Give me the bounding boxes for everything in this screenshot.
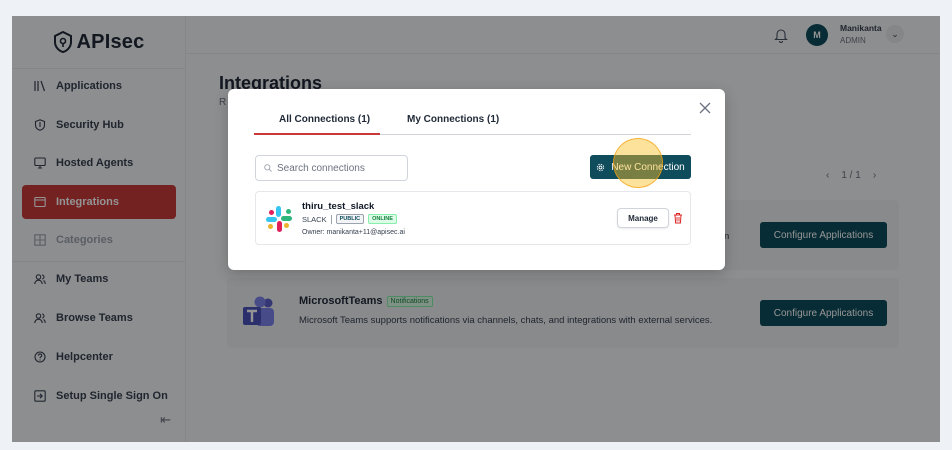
connection-row: thiru_test_slack SLACK PUBLIC ONLINE Own… [255, 191, 691, 245]
new-connection-button[interactable]: New Connection [590, 155, 691, 179]
meta-divider [330, 214, 332, 224]
trash-icon[interactable] [673, 212, 683, 224]
active-tab-indicator [254, 133, 380, 135]
manage-button[interactable]: Manage [617, 208, 669, 228]
connections-modal: All Connections (1) My Connections (1) N… [228, 89, 725, 270]
gear-icon [597, 163, 605, 171]
close-icon[interactable] [698, 101, 712, 115]
visibility-badge: PUBLIC [335, 214, 365, 224]
search-input[interactable] [277, 162, 397, 174]
connection-tabs: All Connections (1) My Connections (1) [254, 111, 691, 135]
connection-name: thiru_test_slack [302, 201, 375, 212]
search-box [255, 155, 408, 181]
connection-owner: Owner: manikanta+11@apisec.ai [302, 229, 405, 236]
connection-type: SLACK [302, 214, 327, 224]
status-badge: ONLINE [368, 214, 397, 224]
new-connection-label: New Connection [611, 161, 685, 173]
slack-icon [266, 206, 292, 232]
search-icon [264, 164, 272, 172]
connection-meta: SLACK PUBLIC ONLINE [302, 214, 397, 224]
tab-all-connections[interactable]: All Connections (1) [279, 114, 370, 125]
tab-my-connections[interactable]: My Connections (1) [407, 114, 499, 125]
